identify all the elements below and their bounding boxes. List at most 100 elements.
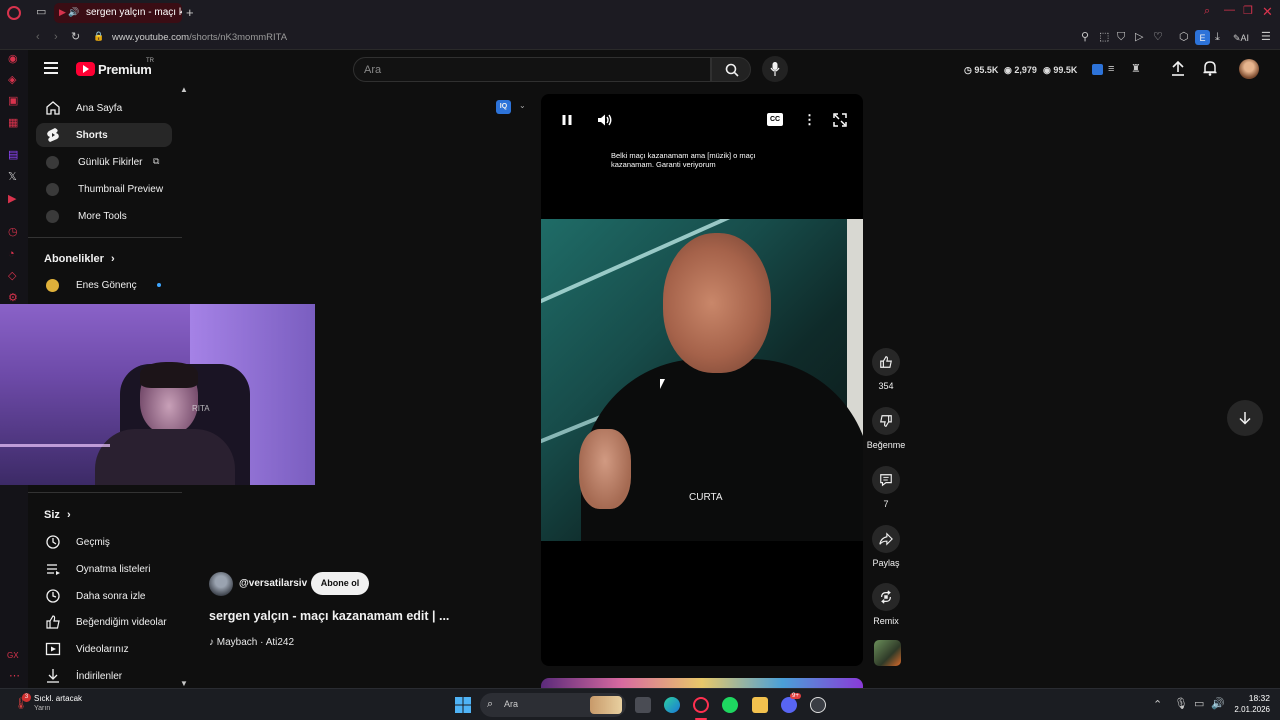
sidebar-twitch-icon[interactable]: ▤: [8, 150, 18, 161]
start-button[interactable]: [455, 697, 471, 713]
you-heading[interactable]: Siz ›: [44, 509, 71, 521]
upload-button[interactable]: [1171, 60, 1185, 76]
sidebar-cube-icon[interactable]: ◇: [8, 271, 16, 282]
url-field[interactable]: www.youtube.com/shorts/nK3mommRITA: [112, 32, 287, 43]
iq-extension-icon[interactable]: [1092, 64, 1103, 75]
extensions-icon[interactable]: ⬡: [1179, 32, 1189, 43]
clock[interactable]: 18:32 2.01.2026: [1230, 693, 1270, 714]
minimize-icon[interactable]: —: [1224, 5, 1235, 16]
sidebar-scroll-down-icon[interactable]: ▼: [180, 680, 188, 688]
reload-icon[interactable]: ↻: [71, 32, 80, 43]
next-short-peek[interactable]: [541, 678, 863, 688]
share-button[interactable]: [872, 525, 900, 553]
account-avatar[interactable]: [1239, 59, 1259, 79]
shield-icon[interactable]: ⛉: [1117, 32, 1125, 43]
remix-button[interactable]: [872, 583, 900, 611]
mic-tray-icon[interactable]: 🎙: [1174, 699, 1188, 710]
comments-button[interactable]: [872, 466, 900, 494]
sidebar-clock-icon[interactable]: ◔: [8, 249, 15, 260]
sidebar-gx-icon[interactable]: GX: [7, 652, 19, 660]
steam-icon[interactable]: [810, 697, 826, 713]
channel-avatar[interactable]: [209, 572, 233, 596]
subscriptions-heading[interactable]: Abonelikler ›: [44, 253, 115, 265]
sidebar-item-history[interactable]: Geçmiş: [36, 530, 172, 554]
search-button[interactable]: [711, 57, 751, 82]
tab-active[interactable]: ▶ 🔊 sergen yalçın - maçı kazanamam edit: [54, 3, 182, 23]
search-tabs-icon[interactable]: ⌕: [1204, 6, 1210, 17]
voice-search-button[interactable]: [762, 56, 788, 82]
sidebar-item-more-tools[interactable]: More Tools: [36, 204, 172, 228]
sidebar-x-icon[interactable]: 𝕏: [8, 172, 17, 183]
short-title[interactable]: sergen yalçın - maçı kazanamam edit | ..…: [209, 609, 449, 623]
shorts-player[interactable]: CC ⋮ Belki maçı kazanamam ama [müzik] o …: [541, 94, 863, 666]
opera-logo-icon[interactable]: [7, 6, 21, 20]
notifications-button[interactable]: [1203, 60, 1217, 76]
sidebar-history-icon[interactable]: ◷: [8, 227, 18, 238]
menu-icon[interactable]: ☰: [1261, 32, 1271, 43]
opera-gx-taskbar-icon[interactable]: [693, 697, 709, 713]
close-window-icon[interactable]: ✕: [1262, 5, 1273, 18]
sidebar-scroll-up-icon[interactable]: ▲: [180, 86, 188, 94]
award-extension-icon[interactable]: ♜: [1131, 64, 1141, 75]
list-extension-icon[interactable]: ≡: [1108, 64, 1114, 75]
sidebar-item-downloads[interactable]: İndirilenler: [36, 664, 172, 688]
file-explorer-icon[interactable]: [752, 697, 768, 713]
back-icon[interactable]: ‹: [36, 32, 40, 43]
new-tab-icon[interactable]: +: [186, 6, 194, 19]
maximize-icon[interactable]: ❐: [1243, 6, 1253, 17]
subscribe-button[interactable]: Abone ol: [311, 572, 369, 595]
downloads-icon[interactable]: ⤓: [1215, 32, 1220, 43]
audio-playing-icon[interactable]: 🔊: [68, 7, 79, 18]
dislike-button[interactable]: [872, 407, 900, 435]
more-options-icon[interactable]: ⋮: [803, 112, 816, 128]
dislike-action[interactable]: Beğenme: [867, 407, 905, 450]
share-action[interactable]: Paylaş: [871, 525, 901, 568]
like-action[interactable]: 354: [871, 348, 901, 391]
volume-tray-icon[interactable]: 🔊: [1211, 699, 1225, 710]
sidebar-music-icon[interactable]: ▦: [8, 118, 18, 129]
snapshot-icon[interactable]: ⬚: [1099, 32, 1109, 43]
task-view-icon[interactable]: [635, 697, 651, 713]
fullscreen-button[interactable]: [833, 113, 847, 127]
next-video-button[interactable]: [1227, 400, 1263, 436]
sidebar-item-gunluk-fikirler[interactable]: Günlük Fikirler ⧉: [36, 150, 172, 174]
sidebar-messenger-icon[interactable]: ◉: [8, 54, 18, 65]
forward-icon[interactable]: ›: [54, 32, 58, 43]
discord-icon[interactable]: [781, 697, 797, 713]
sidebar-item-your-videos[interactable]: Videolarınız: [36, 637, 172, 661]
player-icon[interactable]: ▷: [1135, 32, 1143, 43]
sidebar-item-thumbnail-preview[interactable]: Thumbnail Preview: [36, 177, 172, 201]
sidebar-item-watch-later[interactable]: Daha sonra izle: [36, 584, 172, 608]
comments-action[interactable]: 7: [871, 466, 901, 509]
hamburger-menu-icon[interactable]: [44, 62, 58, 74]
sidebar-item-home[interactable]: Ana Sayfa: [36, 96, 172, 120]
heart-icon[interactable]: ♡: [1153, 32, 1163, 43]
pin-icon[interactable]: ⚲: [1081, 32, 1089, 43]
taskbar-search[interactable]: ⌕ Ara: [480, 693, 626, 717]
extension-e-icon[interactable]: E: [1195, 30, 1210, 45]
subscription-item[interactable]: Enes Gönenç: [36, 273, 172, 297]
sidebar-wallet-icon[interactable]: ▣: [8, 96, 18, 107]
like-button[interactable]: [872, 348, 900, 376]
remix-action[interactable]: Remix: [871, 583, 901, 626]
iq-toggle[interactable]: IQ ⌄: [490, 96, 530, 118]
tray-overflow-icon[interactable]: ⌃: [1153, 700, 1162, 711]
pause-button[interactable]: [561, 114, 573, 126]
weather-widget[interactable]: 🌡 3 Sıckl. artacak Yarın: [12, 693, 122, 717]
search-input[interactable]: Ara: [353, 57, 711, 82]
sidebar-more-icon[interactable]: ⋯: [9, 671, 20, 682]
aria-ai-button[interactable]: ✎AI: [1233, 33, 1249, 44]
edge-icon[interactable]: [664, 697, 680, 713]
sound-thumbnail[interactable]: [874, 640, 901, 666]
sidebar-item-liked-videos[interactable]: Beğendiğim videolar: [36, 610, 172, 634]
sidebar-ig-icon[interactable]: ◈: [8, 75, 16, 86]
music-line[interactable]: ♪ Maybach · Ati242: [209, 637, 294, 648]
cc-button[interactable]: CC: [767, 113, 783, 126]
volume-button[interactable]: [597, 113, 613, 127]
workspace-icon[interactable]: ▭: [36, 7, 46, 18]
sidebar-settings-icon[interactable]: ⚙: [8, 293, 18, 304]
spotify-icon[interactable]: [722, 697, 738, 713]
channel-handle[interactable]: @versatilarsiv: [239, 578, 307, 589]
display-tray-icon[interactable]: ▭: [1194, 699, 1204, 710]
sidebar-item-playlists[interactable]: Oynatma listeleri: [36, 557, 172, 581]
